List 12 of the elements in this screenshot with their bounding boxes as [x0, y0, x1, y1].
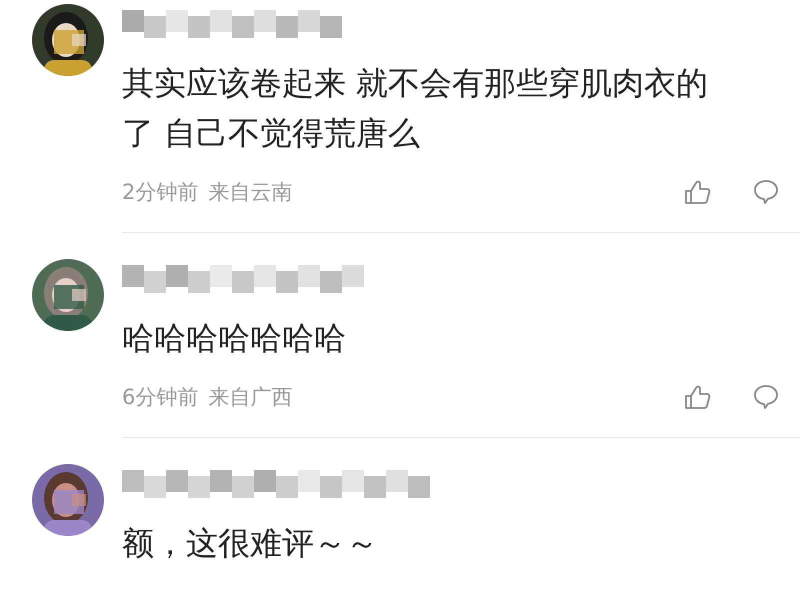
comment-location: 来自广西 [208, 384, 292, 411]
comment-location: 来自云南 [208, 179, 292, 206]
thumbs-up-icon[interactable] [684, 178, 712, 206]
comment-text: 其实应该卷起来 就不会有那些穿肌肉衣的 [122, 63, 708, 104]
thumbs-up-icon[interactable] [684, 383, 712, 411]
comment-text: 哈哈哈哈哈哈哈 [122, 318, 346, 359]
comment-time: 2分钟前 [122, 179, 198, 206]
comment-text: 额，这很难评～～ [122, 523, 378, 564]
comment-icon[interactable] [752, 383, 780, 411]
comment-text: 了 自己不觉得荒唐么 [122, 113, 420, 154]
comment-icon[interactable] [752, 178, 780, 206]
comment-time: 6分钟前 [122, 384, 198, 411]
